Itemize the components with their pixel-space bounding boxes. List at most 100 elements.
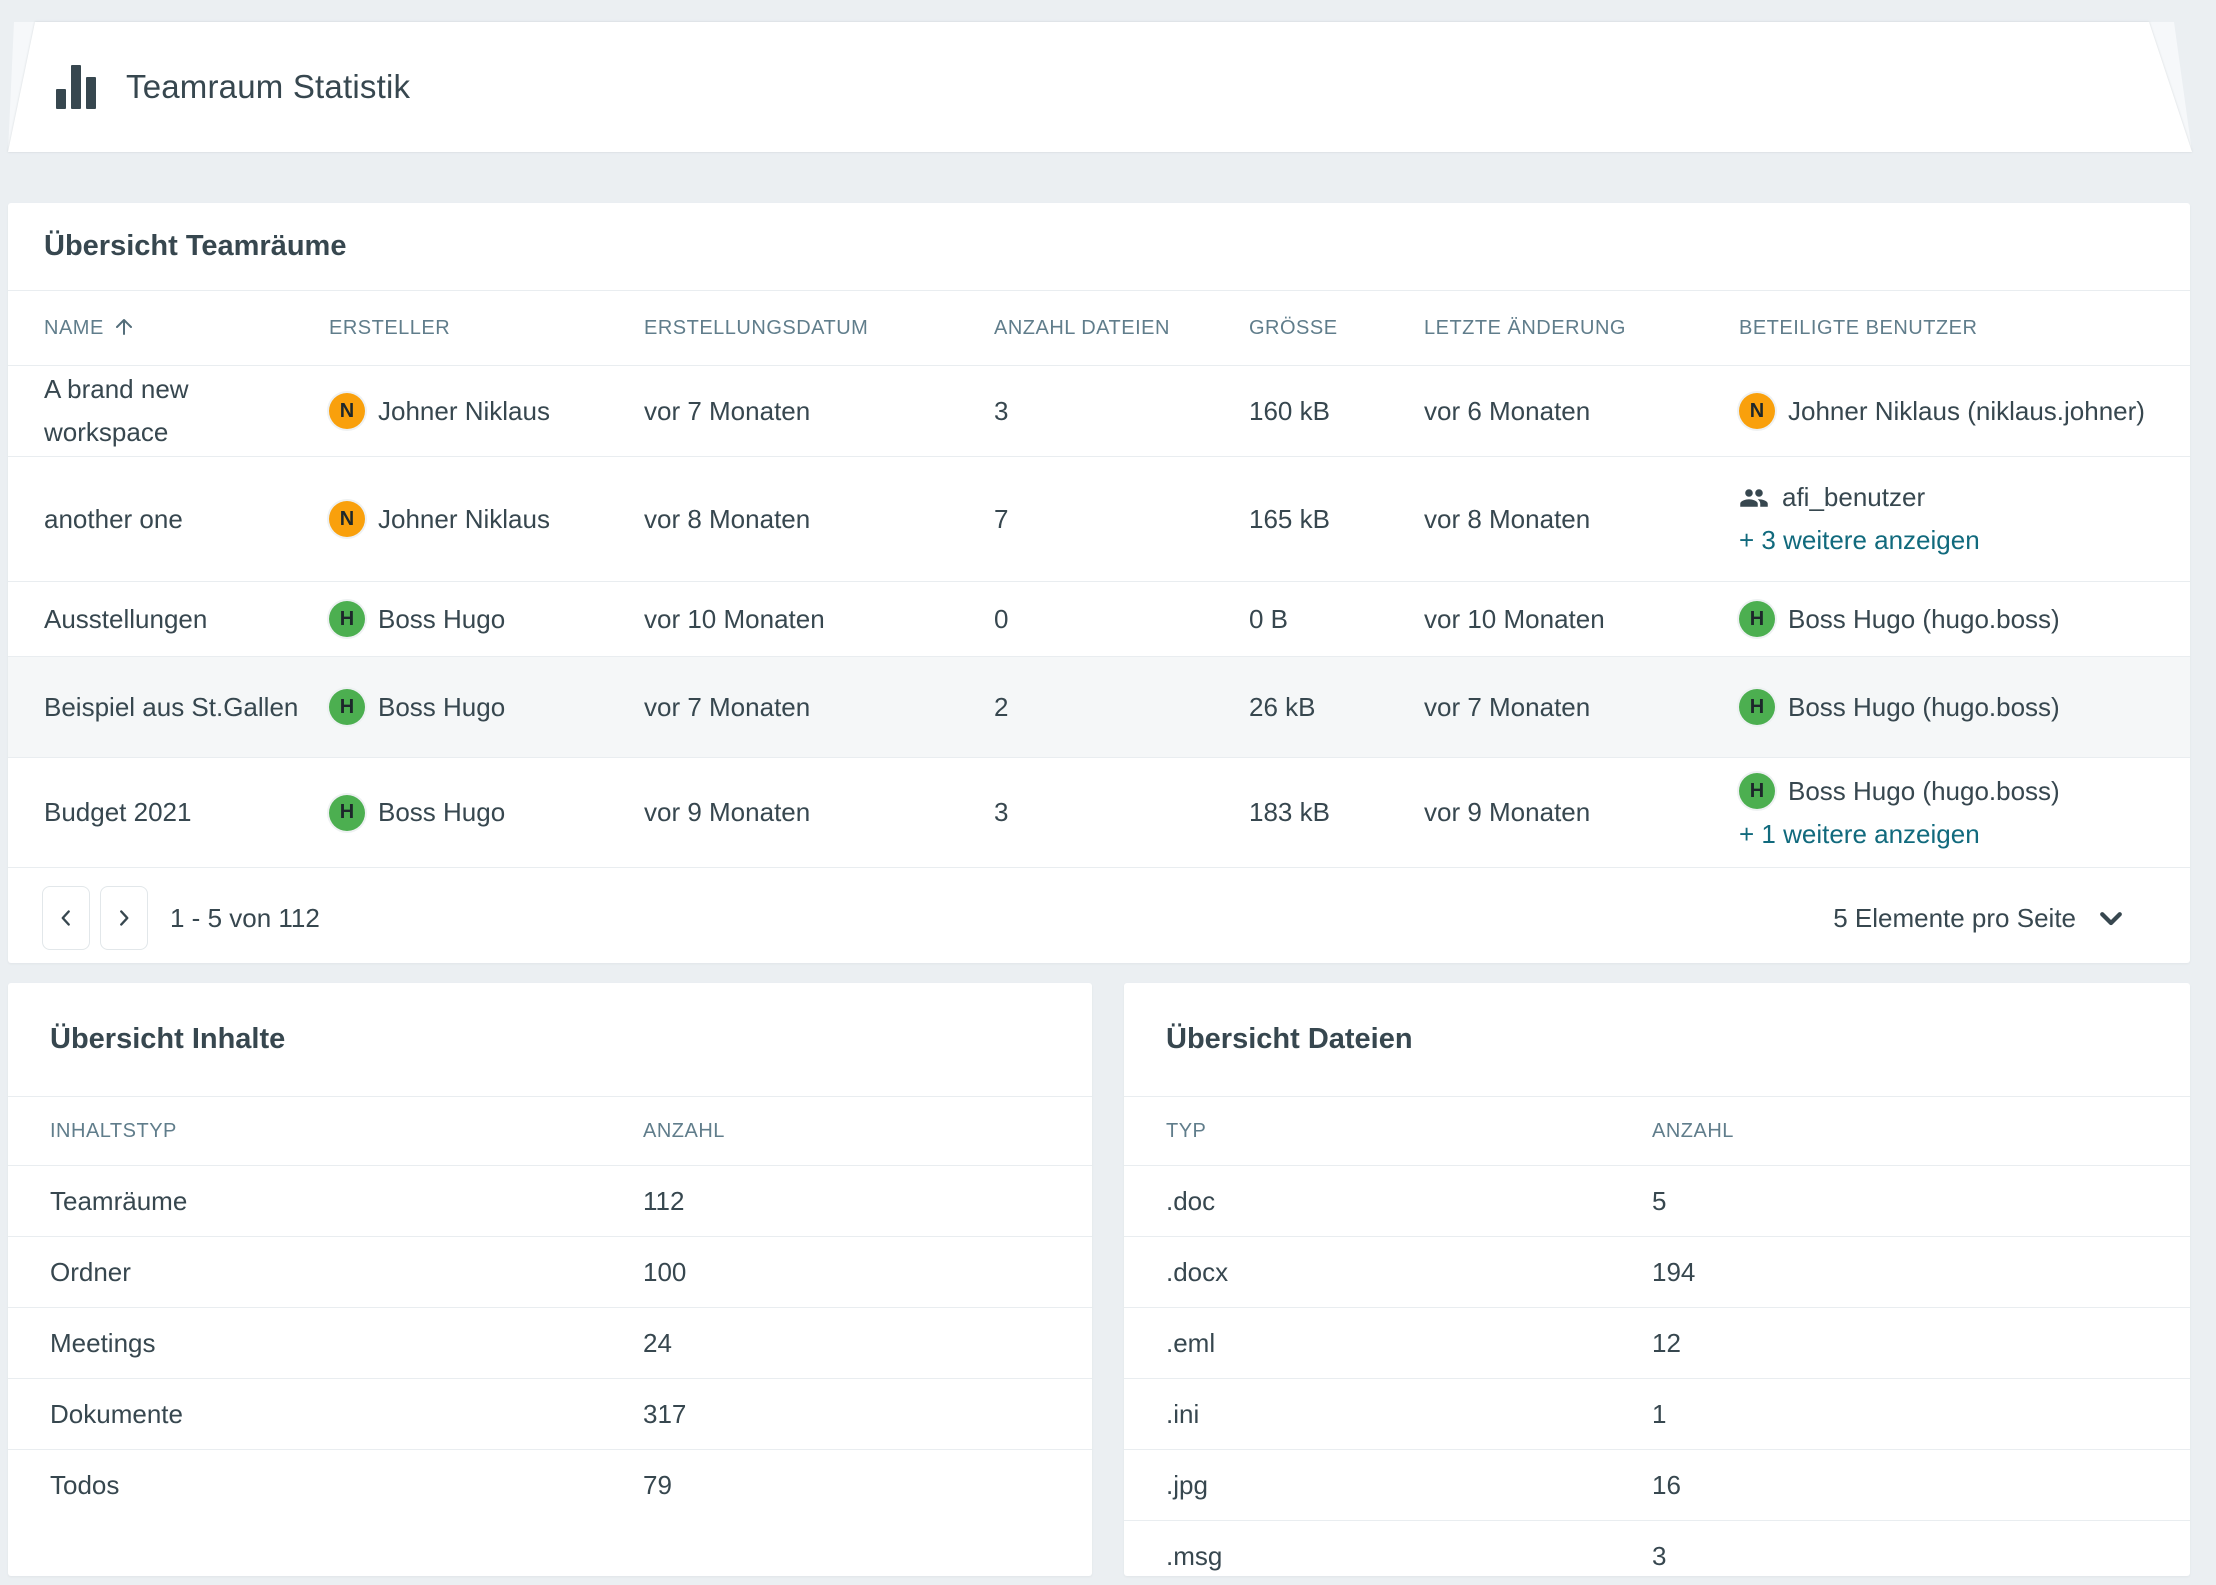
participant-name: Boss Hugo (hugo.boss) bbox=[1788, 770, 2060, 813]
participant-group: afi_benutzer bbox=[1782, 476, 1925, 519]
table-row: Todos 79 bbox=[8, 1449, 1092, 1520]
table-row: .docx 194 bbox=[1124, 1236, 2190, 1307]
file-count: 3 bbox=[994, 390, 1249, 433]
column-header-creator[interactable]: ERSTELLER bbox=[329, 317, 644, 340]
file-count: 16 bbox=[1652, 1470, 2190, 1501]
avatar: H bbox=[1739, 689, 1775, 725]
column-header-size[interactable]: GRÖSSE bbox=[1249, 317, 1424, 340]
files-card-title: Übersicht Dateien bbox=[1124, 983, 2190, 1097]
page: Teamraum Statistik Übersicht Teamräume N… bbox=[0, 0, 2216, 1585]
content-count: 100 bbox=[643, 1257, 1092, 1288]
avatar: N bbox=[1739, 393, 1775, 429]
last-modified: vor 9 Monaten bbox=[1424, 791, 1739, 834]
size: 160 kB bbox=[1249, 390, 1424, 433]
next-page-button[interactable] bbox=[100, 886, 148, 950]
created-date: vor 7 Monaten bbox=[644, 686, 994, 729]
content-count: 317 bbox=[643, 1399, 1092, 1430]
table-row: Teamräume 112 bbox=[8, 1166, 1092, 1236]
files-card: Übersicht Dateien TYP ANZAHL .doc 5 .doc… bbox=[1124, 983, 2190, 1576]
table-row[interactable]: A brand new workspace N Johner Niklaus vo… bbox=[8, 366, 2190, 456]
creator-name: Boss Hugo bbox=[378, 686, 505, 729]
contents-card-title: Übersicht Inhalte bbox=[8, 983, 1092, 1097]
teamrooms-table-header: NAME ERSTELLER ERSTELLUNGSDATUM ANZAHL D… bbox=[8, 291, 2190, 366]
files-table-header: TYP ANZAHL bbox=[1124, 1097, 2190, 1166]
file-count: 2 bbox=[994, 686, 1249, 729]
content-count: 112 bbox=[643, 1186, 1092, 1217]
content-count: 24 bbox=[643, 1328, 1092, 1359]
creator-name: Boss Hugo bbox=[378, 598, 505, 641]
file-count: 5 bbox=[1652, 1186, 2190, 1217]
column-header-count: ANZAHL bbox=[1652, 1120, 2190, 1143]
content-type: Todos bbox=[50, 1470, 643, 1501]
content-count: 79 bbox=[643, 1470, 1092, 1501]
table-row: .ini 1 bbox=[1124, 1378, 2190, 1449]
file-type: .doc bbox=[1166, 1186, 1652, 1217]
column-header-modified[interactable]: LETZTE ÄNDERUNG bbox=[1424, 317, 1739, 340]
avatar: H bbox=[329, 689, 365, 725]
show-more-users-link[interactable]: + 1 weitere anzeigen bbox=[1739, 813, 1980, 856]
contents-card: Übersicht Inhalte INHALTSTYP ANZAHL Team… bbox=[8, 983, 1092, 1576]
column-header-contenttype: INHALTSTYP bbox=[50, 1120, 643, 1143]
file-count: 194 bbox=[1652, 1257, 2190, 1288]
created-date: vor 7 Monaten bbox=[644, 390, 994, 433]
content-type: Ordner bbox=[50, 1257, 643, 1288]
participant-name: Johner Niklaus (niklaus.johner) bbox=[1788, 390, 2145, 433]
column-header-filetype: TYP bbox=[1166, 1120, 1652, 1143]
bar-chart-icon bbox=[56, 65, 96, 109]
created-date: vor 8 Monaten bbox=[644, 498, 994, 541]
teamrooms-card-title: Übersicht Teamräume bbox=[8, 203, 2190, 291]
previous-page-button[interactable] bbox=[42, 886, 90, 950]
items-per-page-select[interactable]: 5 Elemente pro Seite bbox=[1833, 903, 2126, 934]
teamrooms-card: Übersicht Teamräume NAME ERSTELLER ERSTE… bbox=[8, 203, 2190, 963]
table-row: .doc 5 bbox=[1124, 1166, 2190, 1236]
table-row: .msg 3 bbox=[1124, 1520, 2190, 1576]
creator-name: Boss Hugo bbox=[378, 791, 505, 834]
pagination-range: 1 - 5 von 112 bbox=[170, 903, 320, 934]
pagination-bar: 1 - 5 von 112 5 Elemente pro Seite bbox=[8, 867, 2190, 968]
size: 26 kB bbox=[1249, 686, 1424, 729]
file-count: 0 bbox=[994, 598, 1249, 641]
column-header-users[interactable]: BETEILIGTE BENUTZER bbox=[1739, 317, 2160, 340]
last-modified: vor 7 Monaten bbox=[1424, 686, 1739, 729]
file-count: 7 bbox=[994, 498, 1249, 541]
last-modified: vor 6 Monaten bbox=[1424, 390, 1739, 433]
file-type: .msg bbox=[1166, 1541, 1652, 1572]
sort-ascending-icon bbox=[112, 315, 136, 339]
file-count: 3 bbox=[994, 791, 1249, 834]
table-row[interactable]: Ausstellungen HBoss Hugo vor 10 Monaten … bbox=[8, 581, 2190, 656]
creator-name: Johner Niklaus bbox=[378, 390, 550, 433]
content-type: Teamräume bbox=[50, 1186, 643, 1217]
file-count: 1 bbox=[1652, 1399, 2190, 1430]
avatar: N bbox=[329, 501, 365, 537]
page-header: Teamraum Statistik bbox=[8, 22, 2192, 152]
items-per-page-label: 5 Elemente pro Seite bbox=[1833, 903, 2076, 934]
page-title: Teamraum Statistik bbox=[126, 68, 410, 106]
size: 165 kB bbox=[1249, 498, 1424, 541]
teamroom-name: another one bbox=[44, 498, 328, 541]
chevron-down-icon bbox=[2096, 903, 2126, 933]
column-header-filecount[interactable]: ANZAHL DATEIEN bbox=[994, 317, 1249, 340]
column-header-name[interactable]: NAME bbox=[44, 317, 329, 340]
size: 0 B bbox=[1249, 598, 1424, 641]
file-type: .ini bbox=[1166, 1399, 1652, 1430]
table-row[interactable]: Budget 2021 HBoss Hugo vor 9 Monaten 3 1… bbox=[8, 757, 2190, 867]
participant-name: Boss Hugo (hugo.boss) bbox=[1788, 598, 2060, 641]
file-type: .jpg bbox=[1166, 1470, 1652, 1501]
file-type: .eml bbox=[1166, 1328, 1652, 1359]
column-header-count: ANZAHL bbox=[643, 1120, 1092, 1143]
teamroom-name: A brand new workspace bbox=[44, 368, 328, 454]
file-count: 12 bbox=[1652, 1328, 2190, 1359]
show-more-users-link[interactable]: + 3 weitere anzeigen bbox=[1739, 519, 1980, 562]
table-row: Meetings 24 bbox=[8, 1307, 1092, 1378]
table-row[interactable]: another one NJohner Niklaus vor 8 Monate… bbox=[8, 456, 2190, 581]
avatar: H bbox=[329, 795, 365, 831]
file-type: .docx bbox=[1166, 1257, 1652, 1288]
teamroom-name: Budget 2021 bbox=[44, 791, 328, 834]
group-icon bbox=[1739, 483, 1769, 513]
column-header-created[interactable]: ERSTELLUNGSDATUM bbox=[644, 317, 994, 340]
chevron-right-icon bbox=[111, 905, 137, 931]
contents-table-header: INHALTSTYP ANZAHL bbox=[8, 1097, 1092, 1166]
table-row[interactable]: Beispiel aus St.Gallen HBoss Hugo vor 7 … bbox=[8, 656, 2190, 757]
table-row: .jpg 16 bbox=[1124, 1449, 2190, 1520]
teamroom-name: Ausstellungen bbox=[44, 598, 328, 641]
